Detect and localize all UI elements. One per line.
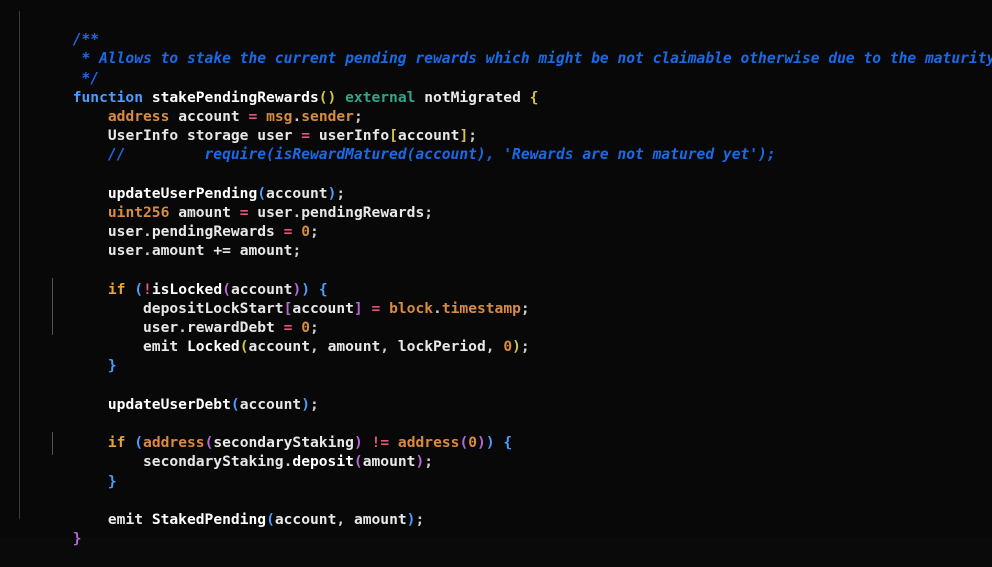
code-line[interactable]: uint256 amount = user.pendingRewards;: [0, 184, 992, 221]
code-line-if-statement[interactable]: if (address(secondaryStaking) != address…: [0, 414, 992, 451]
code-line-blank[interactable]: [0, 241, 992, 260]
code-line-blank[interactable]: [0, 145, 992, 164]
code-line[interactable]: UserInfo storage user = userInfo[account…: [0, 107, 992, 144]
code-line-emit[interactable]: emit Locked(account, amount, lockPeriod,…: [0, 318, 992, 355]
code-line-emit[interactable]: emit StakedPending(account, amount);: [0, 491, 992, 528]
code-line[interactable]: updateUserPending(account);: [0, 165, 992, 202]
code-line[interactable]: depositLockStart[account] = block.timest…: [0, 280, 992, 317]
code-line[interactable]: */: [0, 49, 992, 87]
code-line-function-signature[interactable]: function stakePendingRewards() external …: [0, 69, 992, 106]
code-surface[interactable]: /** * Allows to stake the current pendin…: [0, 0, 992, 547]
code-line[interactable]: address account = msg.sender;: [0, 88, 992, 125]
code-line-blank[interactable]: [0, 395, 992, 414]
code-line[interactable]: secondaryStaking.deposit(amount);: [0, 433, 992, 470]
code-line[interactable]: updateUserDebt(account);: [0, 376, 992, 413]
code-line-if-statement[interactable]: if (!isLocked(account)) {: [0, 260, 992, 298]
code-line[interactable]: }: [0, 452, 992, 490]
code-line-blank[interactable]: [0, 472, 992, 491]
code-editor[interactable]: /** * Allows to stake the current pendin…: [0, 0, 992, 547]
code-line[interactable]: * Allows to stake the current pending re…: [0, 30, 992, 67]
function-close-brace: }: [72, 530, 82, 548]
code-line[interactable]: }: [0, 510, 992, 547]
code-line[interactable]: user.pendingRewards = 0;: [0, 203, 992, 240]
code-line[interactable]: /**: [0, 11, 992, 48]
code-line[interactable]: user.amount += amount;: [0, 222, 992, 259]
code-line[interactable]: user.rewardDebt = 0;: [0, 299, 992, 336]
code-line[interactable]: // require(isRewardMatured(account), 'Re…: [0, 126, 992, 163]
code-line-blank[interactable]: [0, 356, 992, 375]
code-line[interactable]: }: [0, 337, 992, 374]
